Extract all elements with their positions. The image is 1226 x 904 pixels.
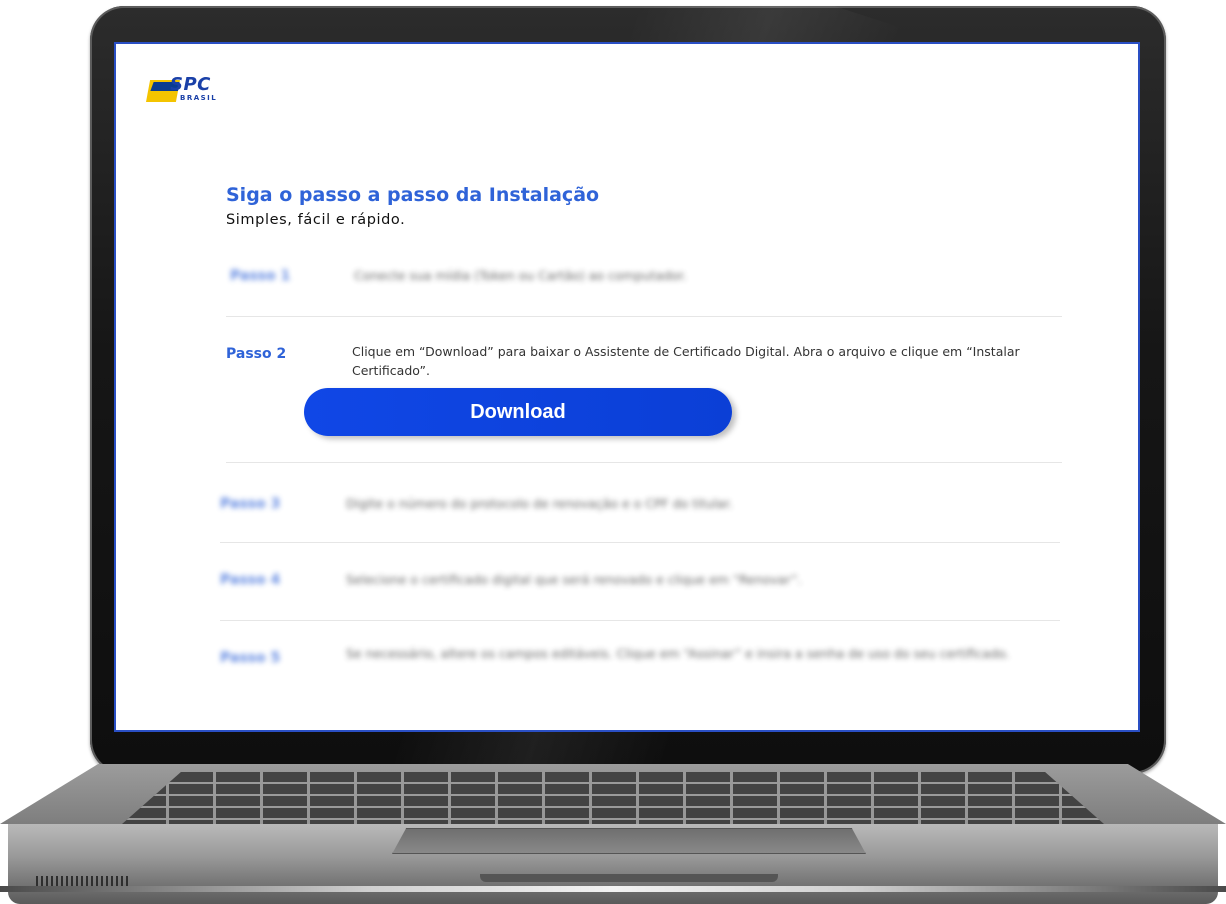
base-highlight <box>0 886 1226 892</box>
bottom-fade <box>116 690 1138 730</box>
logo-subtext: BRASIL <box>180 94 218 102</box>
page-subtitle: Simples, fácil e rápido. <box>226 212 406 228</box>
logo-text: SPC <box>170 74 211 95</box>
step-3-label: Passo 3 <box>220 496 281 512</box>
laptop-notch <box>480 874 778 882</box>
divider <box>220 542 1060 543</box>
step-2-text: Clique em “Download” para baixar o Assis… <box>352 344 1020 378</box>
step-3-text: Digite o número do protocolo de renovaçã… <box>346 496 733 511</box>
step-2-label: Passo 2 <box>226 346 287 362</box>
step-4-text: Selecione o certificado digital que será… <box>346 572 802 587</box>
page-title: Siga o passo a passo da Instalação <box>226 184 600 206</box>
divider <box>226 462 1062 463</box>
step-4-label: Passo 4 <box>220 572 281 588</box>
spc-brasil-logo: SPC BRASIL <box>146 74 226 104</box>
step-5-text: Se necessário, altere os campos editávei… <box>346 646 1010 661</box>
vent-grille <box>36 876 128 886</box>
trackpad <box>392 828 866 854</box>
download-button[interactable]: Download <box>304 388 732 436</box>
step-5-label: Passo 5 <box>220 650 281 666</box>
keyboard-rows <box>122 772 1104 824</box>
divider <box>226 316 1062 317</box>
laptop-screen: SPC BRASIL Siga o passo a passo da Insta… <box>114 42 1140 732</box>
step-1-text: Conecte sua mídia (Token ou Cartão) ao c… <box>354 268 687 283</box>
divider <box>220 620 1060 621</box>
step-1-label: Passo 1 <box>230 268 291 284</box>
